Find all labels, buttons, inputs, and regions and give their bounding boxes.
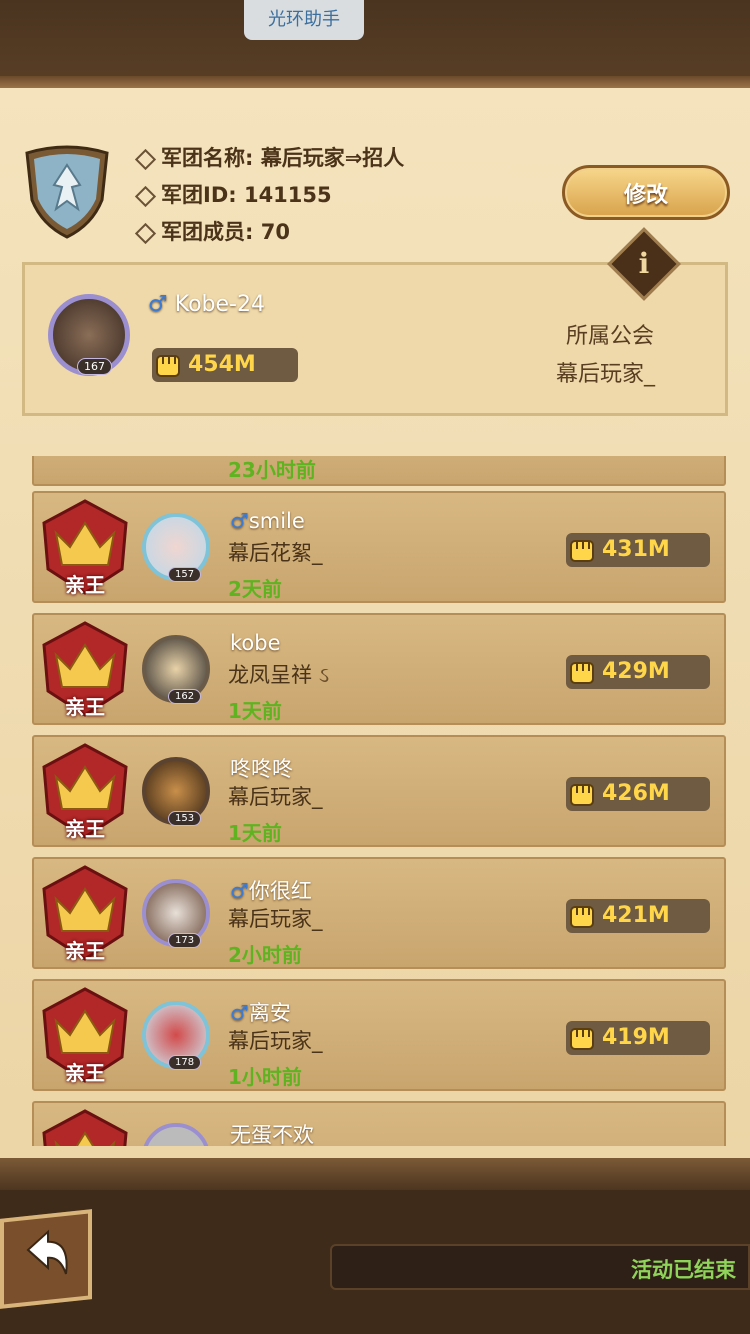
fist-icon — [570, 662, 594, 684]
member-avatar[interactable]: 178 — [142, 1001, 210, 1070]
member-avatar[interactable] — [142, 1123, 210, 1146]
level-badge: 153 — [168, 811, 202, 826]
leader-name: Kobe-24 — [174, 292, 265, 317]
member-name: smile — [248, 509, 305, 533]
member-guild: 幕后玩家_ — [228, 785, 323, 809]
fist-icon — [570, 540, 594, 562]
male-icon: ♂ — [230, 509, 249, 533]
member-name: 无蛋不欢 — [230, 1123, 314, 1146]
fist-icon — [570, 784, 594, 806]
top-bar — [0, 0, 750, 90]
list-item[interactable]: 23小时前 — [32, 456, 726, 486]
bullet-diamond-icon — [134, 185, 157, 207]
member-power: 431M — [566, 533, 710, 567]
list-item[interactable]: 亲王 157 ♂smile 幕后花絮_ 2天前 431M — [32, 491, 726, 603]
rank-label: 亲王 — [65, 939, 105, 963]
member-name: 咚咚咚 — [230, 757, 293, 781]
last-active: 1天前 — [228, 821, 282, 845]
last-active: 1天前 — [228, 699, 282, 723]
member-power: 421M — [566, 899, 710, 933]
list-item[interactable]: 无蛋不欢 — [32, 1101, 726, 1146]
last-active: 2小时前 — [228, 943, 302, 967]
legion-id: 军团ID: 141155 — [161, 183, 332, 207]
member-name-line: ♂离安 — [230, 997, 291, 1027]
member-list[interactable]: 23小时前 亲王 157 ♂smile 幕后花絮_ 2天前 431M 亲王 16… — [0, 456, 750, 1146]
bullet-diamond-icon — [134, 222, 157, 244]
member-name: kobe — [230, 631, 281, 655]
member-guild: 龙凤呈祥 — [228, 663, 312, 687]
male-icon: ♂ — [230, 879, 249, 903]
back-arrow-icon — [26, 1229, 68, 1275]
list-item[interactable]: 亲王 153 咚咚咚 幕后玩家_ 1天前 426M — [32, 735, 726, 847]
member-name: 你很红 — [248, 879, 312, 903]
male-icon: ♂ — [148, 292, 168, 317]
rank-label: 亲王 — [65, 695, 105, 719]
leader-power: 454M — [152, 348, 298, 382]
legion-members: 军团成员: 70 — [161, 220, 290, 244]
level-badge: 162 — [168, 689, 202, 704]
crown-rank-icon — [42, 1109, 128, 1146]
legion-name-line: 军团名称: 幕后玩家⇒招人 — [134, 142, 405, 172]
member-avatar[interactable]: 173 — [142, 879, 210, 948]
member-name-line: ♂你很红 — [230, 875, 312, 905]
guild-title: 所属公会 — [566, 324, 655, 349]
assistant-tab[interactable]: 光环助手 — [244, 0, 364, 40]
list-item[interactable]: 亲王 173 ♂你很红 幕后玩家_ 2小时前 421M — [32, 857, 726, 969]
male-icon: ♂ — [230, 1001, 249, 1025]
rank-label: 亲王 — [65, 817, 105, 841]
list-item[interactable]: 亲王 162 kobe 龙凤呈祥 ઽ 1天前 429M — [32, 613, 726, 725]
list-item[interactable]: 亲王 178 ♂离安 幕后玩家_ 1小时前 419M — [32, 979, 726, 1091]
legion-shield-icon — [25, 145, 109, 239]
member-power: 429M — [566, 655, 710, 689]
leader-level-badge: 167 — [77, 358, 112, 375]
status-bar: 活动已结束 — [330, 1244, 750, 1290]
status-text: 活动已结束 — [631, 1258, 736, 1282]
power-value: 421M — [602, 903, 670, 928]
leader-name-line: ♂ Kobe-24 — [148, 292, 265, 317]
member-avatar[interactable]: 153 — [142, 757, 210, 826]
rank-label: 亲王 — [65, 1061, 105, 1085]
fist-icon — [156, 355, 180, 377]
rank-label: 亲王 — [65, 573, 105, 597]
level-badge: 157 — [168, 567, 202, 582]
last-active: 23小时前 — [228, 458, 316, 482]
level-badge: 178 — [168, 1055, 202, 1070]
edit-button[interactable]: 修改 — [562, 165, 730, 220]
last-active: 2天前 — [228, 577, 282, 601]
power-value: 426M — [602, 781, 670, 806]
member-avatar[interactable]: 162 — [142, 635, 210, 704]
member-guild: 幕后花絮_ — [228, 541, 323, 565]
fist-icon — [570, 1028, 594, 1050]
fist-icon — [570, 906, 594, 928]
last-active: 1小时前 — [228, 1065, 302, 1089]
power-value: 429M — [602, 659, 670, 684]
back-button[interactable] — [0, 1209, 92, 1309]
member-power: 426M — [566, 777, 710, 811]
info-icon: i — [638, 247, 650, 280]
member-name-line: ♂smile — [230, 509, 305, 533]
member-guild: 幕后玩家_ — [228, 907, 323, 931]
member-guild: 幕后玩家_ — [228, 1029, 323, 1053]
member-guild-line: 龙凤呈祥 ઽ — [228, 659, 329, 689]
level-badge: 173 — [168, 933, 202, 948]
dragon-swirl-icon: ઽ — [318, 663, 330, 687]
member-name: 离安 — [248, 1001, 291, 1025]
legion-members-line: 军团成员: 70 — [134, 216, 290, 246]
legion-id-line: 军团ID: 141155 — [134, 179, 332, 209]
guild-name: 幕后玩家_ — [556, 362, 656, 387]
legion-name: 军团名称: 幕后玩家⇒招人 — [161, 146, 405, 170]
member-avatar[interactable]: 157 — [142, 513, 210, 582]
power-value: 419M — [602, 1025, 670, 1050]
bullet-diamond-icon — [134, 148, 157, 170]
member-power: 419M — [566, 1021, 710, 1055]
power-value: 431M — [602, 537, 670, 562]
leader-power-value: 454M — [188, 352, 256, 377]
